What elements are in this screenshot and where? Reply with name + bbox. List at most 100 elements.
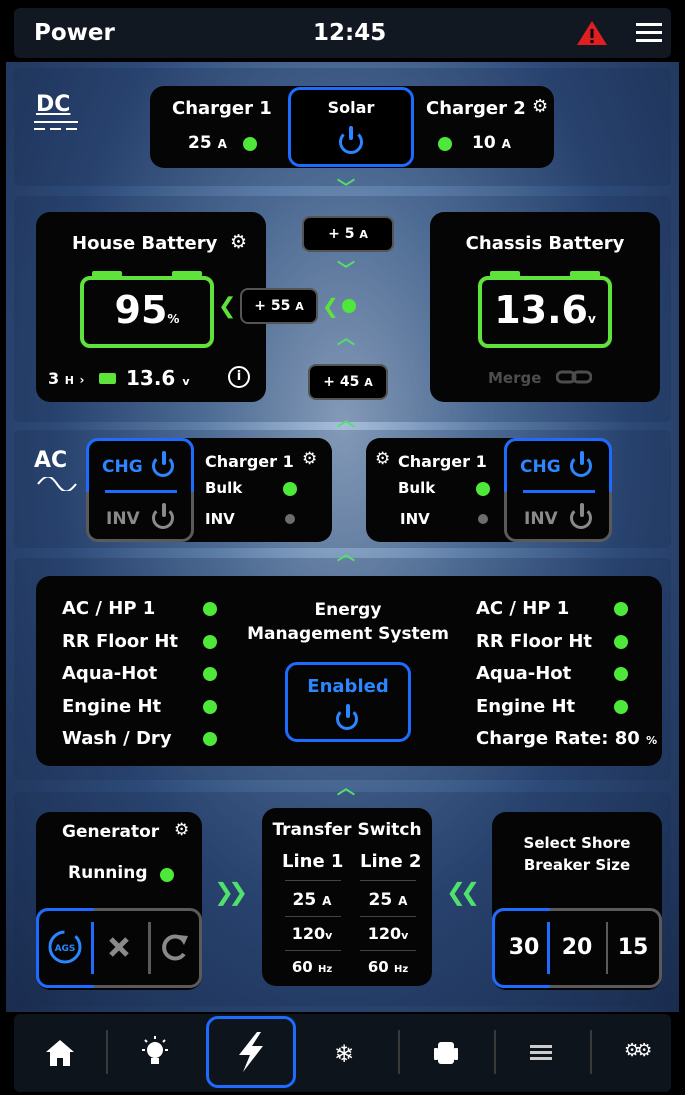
solar-label: Solar: [327, 98, 375, 117]
ts-rule: [285, 880, 341, 881]
shore-size-20[interactable]: 20: [553, 935, 601, 960]
charger2-current: 10 A: [472, 133, 511, 153]
home-icon[interactable]: [44, 1038, 76, 1068]
ac-right-chg-label[interactable]: CHG: [520, 457, 561, 477]
ac-left-inv-power-icon[interactable]: [152, 503, 174, 529]
flow-top-pill: + 5 A: [302, 216, 394, 252]
generator-status: Running: [68, 863, 148, 883]
nav-divider: [590, 1030, 592, 1074]
ac-right-inv-dot: [478, 514, 488, 524]
ags-icon[interactable]: AGS: [46, 928, 84, 966]
chevron-down-icon: ﹀: [337, 260, 355, 281]
ac-right-mode-label: Bulk: [398, 479, 436, 497]
generator-label: Generator: [62, 822, 160, 842]
lightbulb-icon[interactable]: [138, 1034, 172, 1072]
merge-label[interactable]: Merge: [488, 369, 541, 387]
warning-icon[interactable]: [576, 20, 608, 46]
house-battery-hours: 3 H ›: [48, 369, 85, 388]
shore-size-15[interactable]: 15: [610, 935, 656, 960]
left-load-label: Engine Ht: [62, 695, 162, 717]
left-load-label: Aqua-Hot: [62, 663, 158, 684]
ac-right-bulk-dot: [476, 482, 490, 496]
nav-divider: [106, 1030, 108, 1074]
ac-right-divider: [523, 490, 595, 493]
line2-label: Line 2: [360, 851, 422, 872]
shore-divider: [547, 922, 550, 974]
transfer-switch-title: Transfer Switch: [272, 820, 422, 840]
ac-left-chg-label[interactable]: CHG: [102, 457, 143, 477]
line1-amps: 25 A: [292, 890, 332, 910]
right-load-status-dot: [614, 667, 628, 681]
bus-node-dot: [342, 299, 356, 313]
ems-title-line2: Management System: [247, 624, 449, 644]
line1-volts: 120v: [291, 924, 333, 943]
chevron-up-icon: ︿: [337, 778, 355, 799]
restart-icon[interactable]: [160, 932, 190, 962]
charger2-label: Charger 2: [426, 98, 526, 119]
ac-left-inv-toggle-label[interactable]: INV: [106, 509, 140, 529]
stop-x-icon[interactable]: [108, 936, 130, 958]
chevron-up-icon: ︿: [337, 410, 355, 431]
charger2-status-dot: [438, 137, 452, 151]
line1-label: Line 1: [282, 851, 344, 872]
gears-icon[interactable]: ⚙⚙: [624, 1040, 652, 1061]
ac-right-gear-icon[interactable]: ⚙: [375, 449, 390, 469]
seat-icon[interactable]: [432, 1040, 460, 1068]
dc-label: DC: [36, 92, 71, 117]
shore-title-line2: Breaker Size: [523, 856, 631, 874]
ts-rule: [360, 916, 416, 917]
right-load-status-dot: [614, 602, 628, 616]
menu-icon[interactable]: [636, 22, 662, 44]
list-icon[interactable]: [530, 1044, 552, 1064]
left-load-label: AC / HP 1: [62, 598, 156, 619]
right-load-label: Aqua-Hot: [476, 663, 572, 684]
charger2-gear-icon[interactable]: ⚙: [532, 96, 548, 117]
flow-bottom-pill: + 45 A: [308, 364, 388, 400]
house-battery-percent: 95%: [114, 288, 180, 332]
page-title: Power: [34, 20, 115, 46]
ac-right-inv-toggle-label[interactable]: INV: [524, 509, 558, 529]
line2-volts: 120v: [367, 924, 409, 943]
chassis-battery-label: Chassis Battery: [465, 233, 625, 254]
ac-right-charger-label: Charger 1: [398, 452, 487, 471]
ac-left-mode-label: Bulk: [205, 479, 243, 497]
ems-power-icon: [336, 704, 358, 730]
shore-divider: [606, 922, 608, 974]
charge-rate: Charge Rate: 80 %: [476, 728, 658, 749]
house-battery-gear-icon[interactable]: ⚙: [230, 231, 247, 253]
solar-power-icon: [339, 126, 363, 154]
ac-label: AC: [34, 448, 68, 473]
shore-title-line1: Select Shore: [523, 834, 631, 852]
ems-enabled-button[interactable]: [285, 662, 411, 742]
arrow-left-icon: ❮❮: [446, 878, 480, 906]
ags-divider: [91, 922, 94, 974]
left-load-status-dot: [203, 699, 217, 714]
ac-left-gear-icon[interactable]: ⚙: [302, 449, 317, 469]
ac-right-inv-power-icon[interactable]: [570, 503, 592, 529]
nav-divider: [398, 1030, 400, 1074]
ac-left-chg-power-icon[interactable]: [152, 451, 174, 477]
arrow-right-icon: ❯❯: [214, 878, 248, 906]
chassis-battery-voltage: 13.6v: [494, 288, 596, 332]
shore-size-30[interactable]: 30: [500, 935, 548, 960]
right-load-status-dot: [614, 634, 628, 649]
generator-status-dot: [160, 868, 174, 882]
left-load-label: RR Floor Ht: [62, 630, 178, 652]
right-load-label: RR Floor Ht: [476, 630, 592, 652]
info-icon[interactable]: i: [228, 366, 250, 388]
ac-right-chg-power-icon[interactable]: [570, 451, 592, 477]
svg-text:AGS: AGS: [55, 944, 76, 954]
ac-left-inv-label: INV: [205, 510, 235, 528]
dc-symbol-icon: [34, 121, 78, 130]
generator-gear-icon[interactable]: ⚙: [174, 820, 189, 840]
line1-hz: 60 Hz: [291, 958, 333, 976]
charger1-current: 25 A: [188, 133, 227, 153]
left-load-status-dot: [203, 634, 217, 649]
battery-small-icon: [99, 373, 116, 384]
flow-arrow-left-icon: ❮: [322, 294, 339, 318]
snowflake-icon[interactable]: ❄: [334, 1040, 354, 1068]
link-icon[interactable]: [556, 370, 592, 384]
left-load-status-dot: [203, 732, 217, 746]
ts-rule: [285, 916, 341, 917]
ts-rule: [285, 950, 341, 951]
